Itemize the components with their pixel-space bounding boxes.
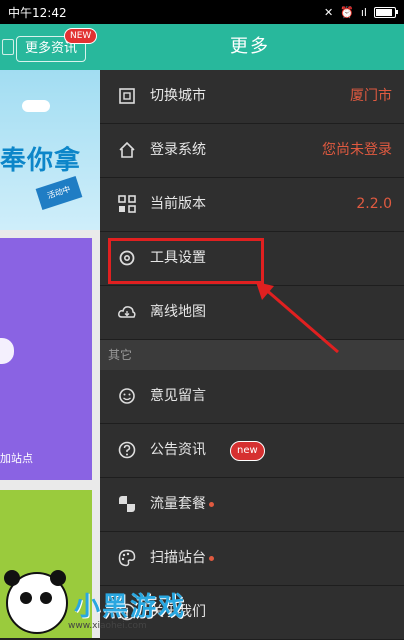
menu-label: 意见留言 (150, 388, 206, 404)
watermark-url: www.xiaohei.com (68, 621, 147, 631)
page-title: 更多 (230, 36, 270, 57)
menu-item-login[interactable]: 登录系统 您尚未登录 (100, 124, 404, 178)
promo-text: 奉你拿 (0, 146, 82, 176)
purple-card-label: 加站点 (0, 452, 33, 465)
switch-icon (119, 88, 135, 104)
status-icons: ✕ ⏰ ıl (323, 5, 398, 19)
promo-card-purple[interactable]: 加站点 (0, 238, 92, 480)
alarm-icon: ⏰ (340, 5, 354, 19)
highlight-box (108, 238, 264, 284)
home-icon (119, 141, 135, 158)
new-badge: NEW (64, 28, 98, 44)
signal-icon: ıl (360, 5, 367, 19)
promo-ribbon: 活动中 (35, 176, 83, 210)
back-icon[interactable] (2, 39, 14, 55)
notification-dot (209, 556, 214, 561)
palette-icon (118, 549, 136, 567)
status-time: 中午12:42 (8, 5, 67, 20)
cloud-download-icon (118, 306, 136, 318)
city-value: 厦门市 (350, 88, 392, 104)
app-header: 更多资讯 NEW 更多 (0, 24, 404, 70)
menu-label: 切换城市 (150, 88, 206, 104)
cloud-icon (22, 100, 50, 112)
question-icon (118, 441, 136, 459)
pie-icon (119, 496, 135, 512)
battery-icon (374, 6, 398, 18)
watermark-brand: 小黑游戏 (74, 592, 187, 622)
menu-label: 当前版本 (150, 196, 206, 212)
new-badge: new (230, 441, 265, 461)
background-content: 奉你拿 活动中 加站点 (0, 70, 100, 638)
grid-icon (118, 195, 136, 213)
wifi-off-icon: ✕ (323, 5, 334, 19)
menu-item-version[interactable]: 当前版本 2.2.0 (100, 178, 404, 232)
menu-item-announcements[interactable]: 公告资讯 new (100, 424, 404, 478)
login-status-value: 您尚未登录 (322, 142, 392, 158)
menu-label: 离线地图 (150, 304, 206, 320)
status-bar: 中午12:42 ✕ ⏰ ıl (0, 0, 404, 24)
menu-item-data-plan[interactable]: 流量套餐 (100, 478, 404, 532)
watermark: 小黑游戏 www.xiaohei.com (0, 568, 220, 638)
notification-dot (209, 502, 214, 507)
menu-label: 流量套餐 (150, 496, 206, 512)
smiley-icon (119, 388, 135, 404)
annotation-arrow-icon (256, 282, 339, 354)
menu-item-feedback[interactable]: 意见留言 (100, 370, 404, 424)
panda-logo-icon (4, 570, 68, 634)
heart-icon (0, 338, 14, 364)
promo-card-blue[interactable]: 奉你拿 活动中 (0, 70, 100, 230)
version-value: 2.2.0 (356, 196, 392, 212)
menu-label: 公告资讯 (150, 442, 206, 458)
menu-item-switch-city[interactable]: 切换城市 厦门市 (100, 70, 404, 124)
menu-label: 登录系统 (150, 142, 206, 158)
